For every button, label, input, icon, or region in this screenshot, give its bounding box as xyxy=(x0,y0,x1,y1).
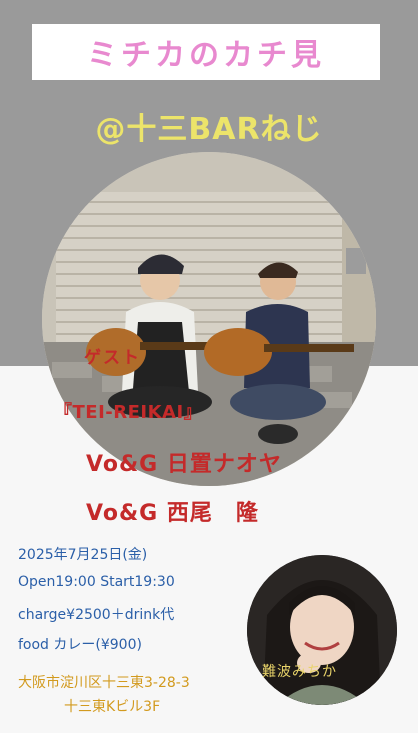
address-line-1: 大阪市淀川区十三東3-28-3 xyxy=(18,675,190,691)
event-charge: charge¥2500＋drink代 xyxy=(18,607,175,623)
event-times: Open19:00 Start19:30 xyxy=(18,574,175,590)
guest-photo xyxy=(42,152,376,486)
profile-photo xyxy=(247,555,397,705)
venue-title: @十三BARねじ xyxy=(95,112,323,147)
profile-name: 難波みちか xyxy=(262,664,337,680)
guest-band-name: 『TEI-REIKAI』 xyxy=(54,402,203,423)
event-title: ミチカのカチ見 xyxy=(87,38,325,73)
member-2: Vo&G 西尾 隆 xyxy=(86,501,259,526)
address-line-2: 十三東Kビル3F xyxy=(64,699,161,715)
event-date: 2025年7月25日(金) xyxy=(18,547,148,563)
profile-photo-illustration xyxy=(247,555,397,705)
event-food: food カレー(¥900) xyxy=(18,637,142,653)
guest-photo-illustration xyxy=(42,152,376,486)
guest-label: ゲスト xyxy=(84,348,141,368)
title-box: ミチカのカチ見 xyxy=(32,24,380,80)
member-1: Vo&G 日置ナオヤ xyxy=(86,452,282,477)
